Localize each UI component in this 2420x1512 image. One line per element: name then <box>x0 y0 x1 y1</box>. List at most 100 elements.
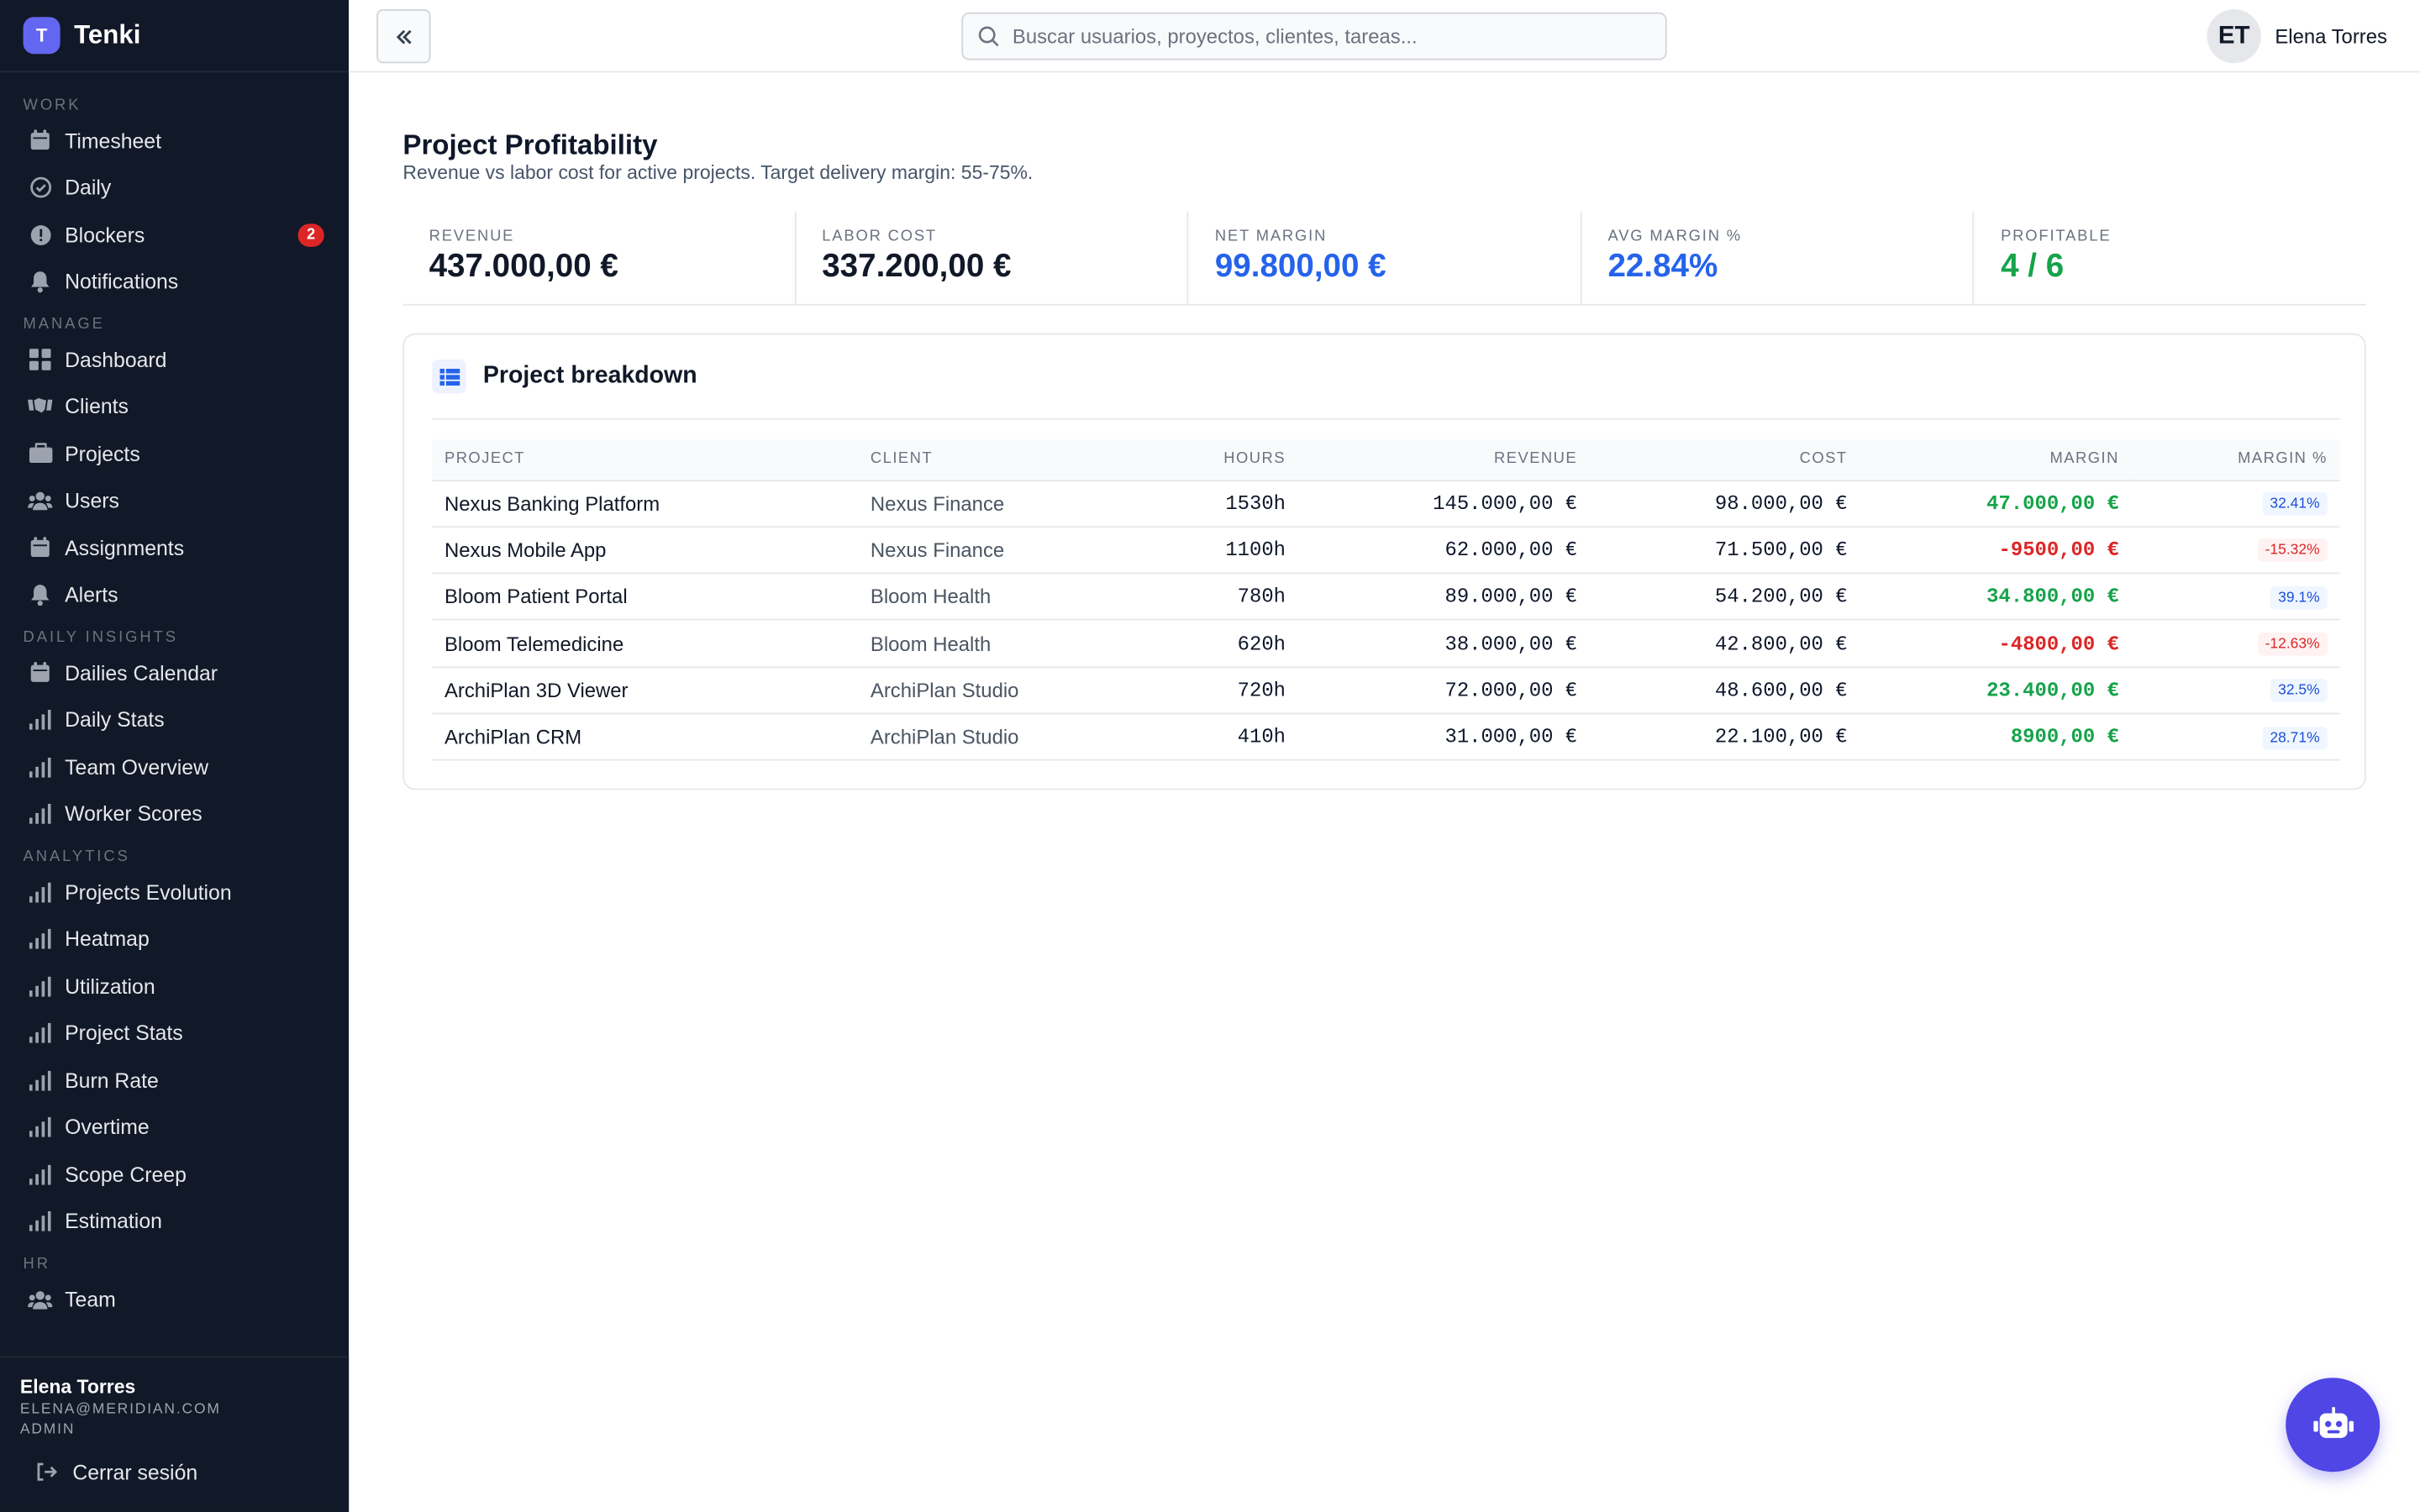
sidebar-item-estimation[interactable]: Estimation <box>0 1198 349 1245</box>
kpi-value: 22.84% <box>1607 248 1718 284</box>
sidebar-item-label: Dashboard <box>65 348 167 372</box>
cell-hours: 720h <box>1128 666 1298 715</box>
nav-section-daily-insights: DAILY INSIGHTS Dailies Calendar Daily Stat… <box>0 628 349 838</box>
avatar[interactable]: ET <box>2207 9 2261 64</box>
sidebar-item-burn-rate[interactable]: Burn Rate <box>0 1057 349 1104</box>
sidebar-item-notifications[interactable]: Notifications <box>0 259 349 306</box>
briefcase-icon <box>28 442 52 466</box>
table-row[interactable]: Nexus Banking Platform Nexus Finance 1530h… <box>432 480 2340 528</box>
brand[interactable]: T Tenki <box>0 0 350 73</box>
sidebar-item-project-stats[interactable]: Project Stats <box>0 1010 349 1057</box>
nav-section-label: ANALYTICS <box>23 848 130 866</box>
cell-margin: 34.800,00 € <box>1860 573 2132 622</box>
cell-margin: -4800,00 € <box>1860 620 2132 668</box>
sidebar-item-label: Daily Stats <box>65 708 165 732</box>
assistant-fab-button[interactable] <box>2286 1378 2381 1473</box>
col-client[interactable]: CLIENT <box>858 439 1128 481</box>
alert-circle-icon <box>28 223 52 247</box>
calendar-icon <box>28 661 52 685</box>
topbar-user-name[interactable]: Elena Torres <box>2275 24 2387 48</box>
sidebar-item-projects[interactable]: Projects <box>0 430 349 477</box>
cell-revenue: 89.000,00 € <box>1297 573 1590 622</box>
sidebar-item-label: Alerts <box>65 583 118 607</box>
sidebar-item-label: Utilization <box>65 974 155 998</box>
cell-margin-pct: 32.5% <box>2131 666 2340 715</box>
kpi-avg-margin: AVG MARGIN % 22.84% <box>1581 211 1975 304</box>
kpi-value: 4 / 6 <box>2001 248 2065 284</box>
margin-pct-badge: -12.63% <box>2257 633 2328 656</box>
sidebar-item-team[interactable]: Team <box>0 1276 349 1323</box>
sidebar-item-label: Projects Evolution <box>65 880 232 904</box>
nav-section-label: WORK <box>23 97 82 114</box>
sidebar-item-projects-evolution[interactable]: Projects Evolution <box>0 869 349 916</box>
kpi-net-margin: NET MARGIN 99.800,00 € <box>1189 211 1582 304</box>
sidebar-item-users[interactable]: Users <box>0 477 349 524</box>
cell-margin: 8900,00 € <box>1860 713 2132 762</box>
users-icon <box>28 489 53 513</box>
logout-button[interactable]: Cerrar sesión <box>34 1457 197 1488</box>
table-header-row: PROJECT CLIENT HOURS REVENUE COST MARGIN… <box>432 439 2340 481</box>
col-hours[interactable]: HOURS <box>1128 439 1298 481</box>
sidebar-item-heatmap[interactable]: Heatmap <box>0 916 349 963</box>
col-revenue[interactable]: REVENUE <box>1297 439 1590 481</box>
sidebar-item-daily-stats[interactable]: Daily Stats <box>0 696 349 743</box>
robot-icon <box>2312 1406 2354 1443</box>
sidebar-item-label: Users <box>65 489 119 513</box>
cell-client: Nexus Finance <box>858 480 1128 528</box>
sidebar-item-label: Project Stats <box>65 1021 183 1045</box>
sidebar-item-scope-creep[interactable]: Scope Creep <box>0 1151 349 1198</box>
sidebar-item-alerts[interactable]: Alerts <box>0 572 349 619</box>
sidebar-item-assignments[interactable]: Assignments <box>0 524 349 571</box>
sidebar-item-dailies-calendar[interactable]: Dailies Calendar <box>0 649 349 696</box>
sidebar-nav: WORK Timesheet Daily Blockers 2 Notifications… <box>0 96 349 1323</box>
kpi-label: LABOR COST <box>822 228 938 246</box>
sidebar-item-overtime[interactable]: Overtime <box>0 1104 349 1151</box>
kpi-profitable: PROFITABLE 4 / 6 <box>1975 212 2366 304</box>
profitability-table: PROJECT CLIENT HOURS REVENUE COST MARGIN… <box>432 439 2340 762</box>
margin-pct-badge: 32.41% <box>2262 492 2328 516</box>
sidebar-item-label: Daily <box>65 176 112 200</box>
table-row[interactable]: Nexus Mobile App Nexus Finance 1100h 62.000… <box>432 526 2340 575</box>
app-root: T Tenki WORK Timesheet Daily Blockers 2 Notif… <box>0 0 2420 1512</box>
cell-margin-pct: 39.1% <box>2131 573 2340 622</box>
bar-chart-icon <box>28 755 52 780</box>
check-circle-icon <box>28 176 52 200</box>
collapse-sidebar-button[interactable] <box>376 9 431 64</box>
sidebar-item-daily[interactable]: Daily <box>0 165 349 212</box>
cell-client: ArchiPlan Studio <box>858 713 1128 762</box>
calendar-icon <box>28 536 52 560</box>
sidebar-item-team-overview[interactable]: Team Overview <box>0 743 349 790</box>
footer-user-email: ELENA@MERIDIAN.COM <box>19 1400 221 1418</box>
sidebar-item-blockers[interactable]: Blockers 2 <box>0 212 349 259</box>
bar-chart-icon <box>28 1210 52 1234</box>
chevrons-left-icon <box>394 27 413 45</box>
col-margin[interactable]: MARGIN <box>1860 439 2132 481</box>
cell-margin-pct: -15.32% <box>2131 526 2340 575</box>
sidebar-item-timesheet[interactable]: Timesheet <box>0 118 349 165</box>
sidebar-item-label: Worker Scores <box>65 802 203 827</box>
sidebar-item-utilization[interactable]: Utilization <box>0 963 349 1010</box>
sidebar-item-label: Blockers <box>65 223 145 247</box>
sidebar-item-clients[interactable]: Clients <box>0 383 349 430</box>
sidebar-item-dashboard[interactable]: Dashboard <box>0 336 349 383</box>
table-row[interactable]: ArchiPlan CRM ArchiPlan Studio 410h 31.000,… <box>432 713 2340 762</box>
table-row[interactable]: Bloom Telemedicine Bloom Health 620h 38.000… <box>432 620 2340 668</box>
search-input[interactable] <box>1012 24 1630 48</box>
sidebar-item-worker-scores[interactable]: Worker Scores <box>0 790 349 837</box>
col-cost[interactable]: COST <box>1589 439 1860 481</box>
table-row[interactable]: ArchiPlan 3D Viewer ArchiPlan Studio 720h 7… <box>432 666 2340 715</box>
table-row[interactable]: Bloom Patient Portal Bloom Health 780h 89.0… <box>432 573 2340 622</box>
kpi-value: 437.000,00 € <box>429 248 618 284</box>
col-margin-pct[interactable]: MARGIN % <box>2131 439 2340 481</box>
count-badge: 2 <box>297 223 324 247</box>
cell-revenue: 62.000,00 € <box>1297 526 1590 575</box>
nav-section-work: WORK Timesheet Daily Blockers 2 Notifications <box>0 96 349 306</box>
grid-icon <box>28 348 52 372</box>
cell-margin: 47.000,00 € <box>1860 480 2132 528</box>
col-project[interactable]: PROJECT <box>432 439 859 481</box>
sidebar-item-label: Team Overview <box>65 755 209 780</box>
bar-chart-icon <box>28 1115 52 1139</box>
nav-section-analytics: ANALYTICS Projects Evolution Heatmap Utiliz… <box>0 847 349 1245</box>
cell-cost: 71.500,00 € <box>1589 526 1860 575</box>
footer-user-role: ADMIN <box>19 1420 76 1438</box>
